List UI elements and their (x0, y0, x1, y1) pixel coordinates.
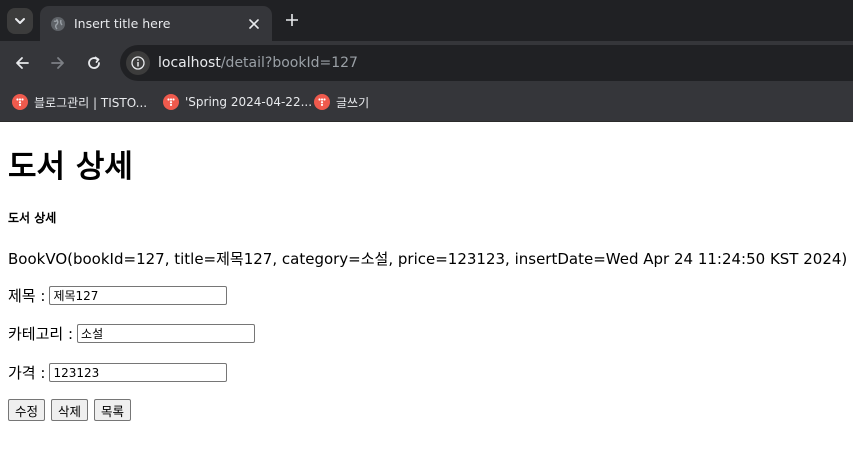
category-input[interactable] (77, 324, 256, 343)
title-input[interactable] (49, 286, 228, 305)
close-icon (249, 18, 259, 29)
action-buttons: 수정 삭제 목록 (8, 399, 132, 421)
price-label: 가격 : (8, 364, 46, 382)
bookmark-blog-admin[interactable]: 블로그관리 | TISTO... (12, 92, 147, 112)
new-tab-button[interactable] (282, 10, 302, 30)
edit-button[interactable]: 수정 (8, 399, 46, 421)
arrow-left-icon (16, 57, 29, 69)
title-label: 제목 : (8, 287, 46, 305)
list-button[interactable]: 목록 (94, 399, 132, 421)
url-host: localhost (158, 55, 221, 71)
page-title: 도서 상세 (8, 149, 133, 185)
back-button[interactable] (10, 51, 34, 75)
delete-button[interactable]: 삭제 (51, 399, 89, 421)
bookmark-label: 블로그관리 | TISTO... (34, 95, 148, 110)
forward-button[interactable] (46, 51, 70, 75)
tistory-icon (12, 94, 28, 110)
title-row: 제목 : (8, 285, 228, 306)
bookmarks-bar: 블로그관리 | TISTO... 'Spring 2024-04-22... 글… (0, 83, 853, 122)
browser-chrome: Insert title here localhost/detail?bookI… (0, 0, 853, 122)
bookmark-spring[interactable]: 'Spring 2024-04-22... (163, 92, 312, 112)
browser-tab[interactable]: Insert title here (40, 6, 272, 41)
address-bar[interactable]: localhost/detail?bookId=127 (120, 45, 853, 81)
tab-title: Insert title here (74, 16, 171, 31)
price-input[interactable] (49, 363, 228, 382)
globe-icon (50, 16, 66, 32)
site-info-button[interactable] (126, 51, 150, 75)
toolbar: localhost/detail?bookId=127 (0, 41, 853, 83)
page-subtitle: 도서 상세 (8, 211, 57, 225)
tistory-icon (314, 94, 330, 110)
bookmark-label: 'Spring 2024-04-22... (185, 95, 313, 109)
url-path: /detail?bookId=127 (220, 55, 358, 71)
url-text: localhost/detail?bookId=127 (158, 55, 358, 71)
bookmark-write[interactable]: 글쓰기 (314, 92, 369, 112)
tab-close-button[interactable] (244, 14, 264, 34)
arrow-right-icon (51, 57, 64, 69)
tistory-icon (163, 94, 179, 110)
reload-button[interactable] (82, 51, 106, 75)
bookmark-label: 글쓰기 (336, 95, 370, 110)
category-label: 카테고리 : (8, 325, 74, 343)
tab-strip: Insert title here (0, 0, 853, 41)
info-icon (131, 56, 145, 70)
category-row: 카테고리 : (8, 323, 256, 344)
chevron-down-icon (15, 18, 25, 24)
tab-search-button[interactable] (7, 8, 33, 34)
plus-icon (286, 14, 298, 26)
book-vo-text: BookVO(bookId=127, title=제목127, category… (8, 250, 848, 268)
price-row: 가격 : (8, 362, 228, 383)
reload-icon (88, 56, 100, 69)
